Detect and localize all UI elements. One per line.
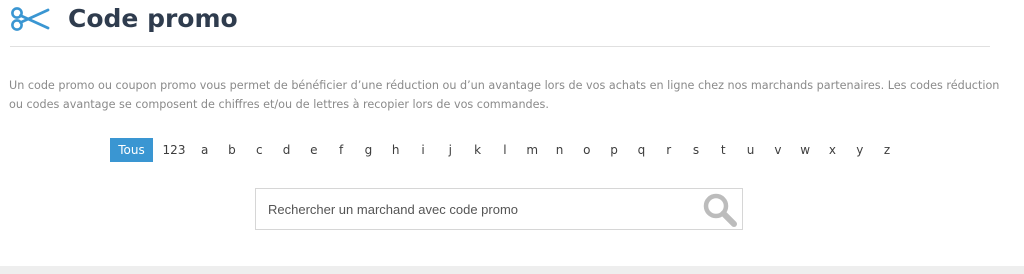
search-button[interactable] [699,191,739,227]
alphabet-filter: Tous 123 a b c d e f g h i j k l m n o p q r s t u v w x y z [110,138,901,162]
intro-text: Un code promo ou coupon promo vous perme… [9,79,1000,111]
filter-n[interactable]: n [546,138,573,162]
page-title: Code promo [68,4,238,33]
filter-x[interactable]: x [819,138,846,162]
filter-k[interactable]: k [464,138,491,162]
filter-r[interactable]: r [655,138,682,162]
filter-all[interactable]: Tous [110,138,153,162]
filter-h[interactable]: h [382,138,409,162]
search-input[interactable] [268,189,688,229]
search-icon [703,193,737,227]
filter-f[interactable]: f [327,138,354,162]
filter-b[interactable]: b [218,138,245,162]
filter-i[interactable]: i [409,138,436,162]
footer-band [0,266,1024,274]
filter-p[interactable]: p [600,138,627,162]
filter-c[interactable]: c [246,138,273,162]
filter-w[interactable]: w [792,138,819,162]
page-header: Code promo [10,0,990,47]
filter-q[interactable]: q [628,138,655,162]
scissors-icon [11,7,50,31]
filter-123[interactable]: 123 [159,138,189,162]
filter-z[interactable]: z [873,138,900,162]
filter-g[interactable]: g [355,138,382,162]
filter-t[interactable]: t [710,138,737,162]
filter-l[interactable]: l [491,138,518,162]
filter-m[interactable]: m [519,138,546,162]
filter-a[interactable]: a [191,138,218,162]
filter-u[interactable]: u [737,138,764,162]
filter-d[interactable]: d [273,138,300,162]
filter-y[interactable]: y [846,138,873,162]
filter-o[interactable]: o [573,138,600,162]
filter-j[interactable]: j [437,138,464,162]
filter-s[interactable]: s [682,138,709,162]
filter-v[interactable]: v [764,138,791,162]
search-box [255,188,743,230]
filter-e[interactable]: e [300,138,327,162]
